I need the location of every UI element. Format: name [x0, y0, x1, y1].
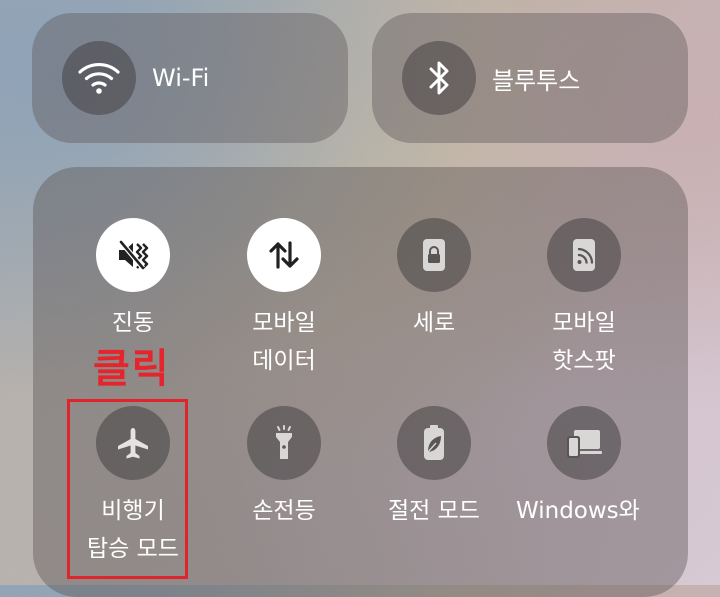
mobile-data-label: 모바일 데이터 [252, 310, 316, 374]
vibrate-toggle[interactable]: 진동 [58, 218, 208, 342]
wifi-tile[interactable]: Wi-Fi [32, 13, 348, 143]
mobile-data-toggle[interactable]: 모바일 데이터 [209, 218, 359, 380]
wifi-label: Wi-Fi [152, 64, 210, 92]
lock-icon [397, 218, 471, 292]
mobile-hotspot-label: 모바일 핫스팟 [552, 310, 616, 374]
click-highlight-box [67, 399, 188, 579]
flashlight-icon [247, 406, 321, 480]
portrait-lock-toggle[interactable]: 세로 [359, 218, 509, 342]
link-to-windows-icon [547, 406, 621, 480]
battery-leaf-icon [397, 406, 471, 480]
click-annotation: 클릭 [93, 346, 171, 392]
link-to-windows-toggle[interactable]: Windows와 [509, 406, 659, 530]
bluetooth-tile[interactable]: 블루투스 [372, 13, 688, 143]
link-to-windows-label: Windows와 [516, 498, 640, 524]
bluetooth-label: 블루투스 [492, 66, 581, 95]
flashlight-label: 손전등 [252, 498, 316, 524]
wifi-icon [62, 41, 136, 115]
mobile-hotspot-toggle[interactable]: 모바일 핫스팟 [509, 218, 659, 380]
power-saving-label: 절전 모드 [388, 498, 480, 524]
flashlight-toggle[interactable]: 손전등 [209, 406, 359, 530]
bluetooth-icon [402, 41, 476, 115]
portrait-label: 세로 [412, 310, 456, 336]
vibrate-icon [96, 218, 170, 292]
hotspot-icon [547, 218, 621, 292]
data-arrows-icon [247, 218, 321, 292]
power-saving-toggle[interactable]: 절전 모드 [359, 406, 509, 530]
